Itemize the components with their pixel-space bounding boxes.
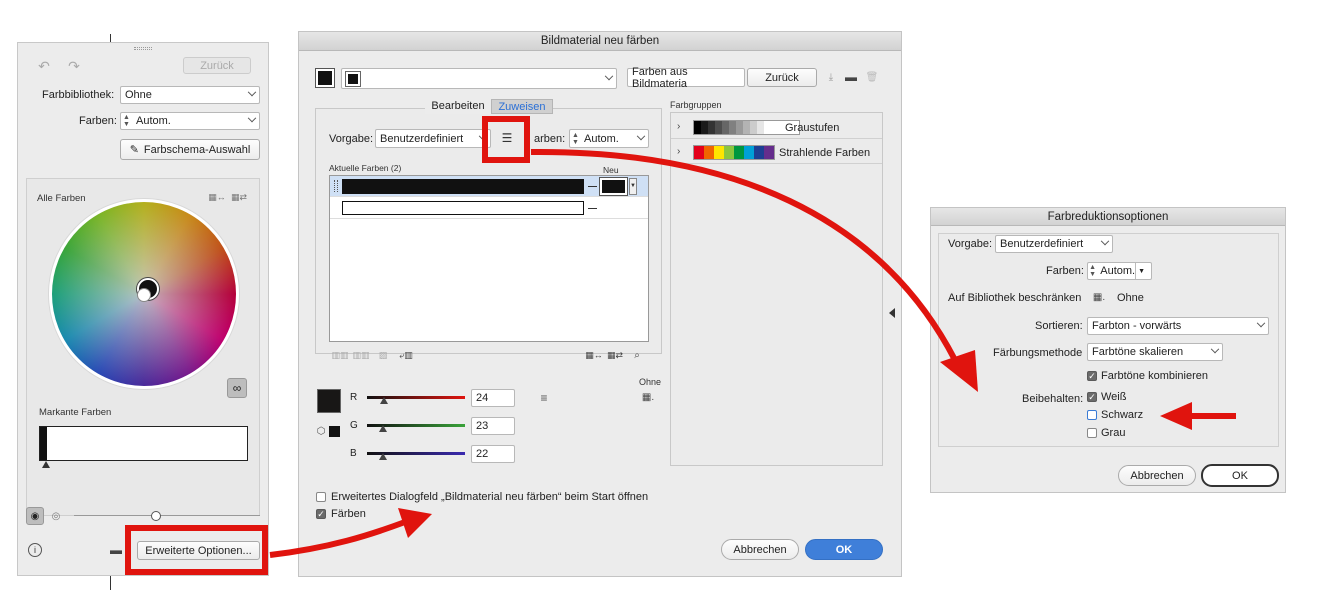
annotation-arrows bbox=[269, 148, 1236, 558]
arrow-head-reduction bbox=[940, 350, 978, 392]
arrow-to-recolor-dialog bbox=[269, 519, 407, 558]
arrow-head-black bbox=[1160, 402, 1192, 430]
arrow-to-reduction-dialog bbox=[530, 148, 958, 362]
arrow-head-recolor bbox=[398, 508, 432, 538]
